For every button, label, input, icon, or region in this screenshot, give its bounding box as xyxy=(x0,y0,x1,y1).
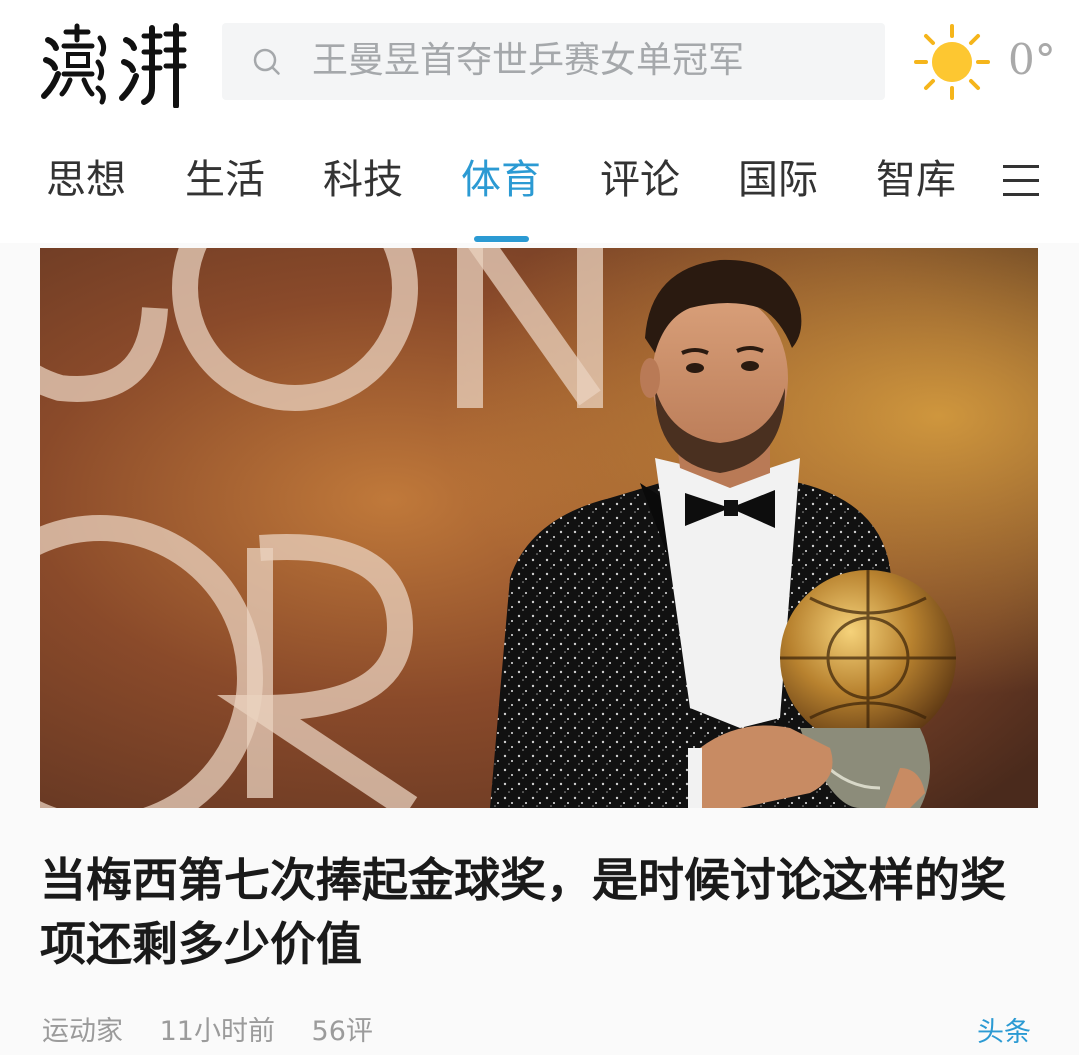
article-comment-count[interactable]: 56评 xyxy=(312,1016,373,1047)
weather-widget[interactable]: 0° xyxy=(912,22,1062,102)
app-header: 王曼昱首夺世乒赛女单冠军 0° xyxy=(0,0,1079,125)
article-headline[interactable]: 当梅西第七次捧起金球奖，是时候讨论这样的奖项还剩多少价值 xyxy=(40,848,1040,976)
tab-thought[interactable]: 思想 xyxy=(46,155,126,205)
search-bar[interactable]: 王曼昱首夺世乒赛女单冠军 xyxy=(222,23,885,100)
article-meta: 运动家 11小时前 56评 xyxy=(42,1015,401,1049)
tab-commentary[interactable]: 评论 xyxy=(600,155,680,205)
article-source[interactable]: 运动家 xyxy=(42,1016,123,1047)
category-nav: 思想 生活 科技 体育 评论 国际 智库 xyxy=(0,125,1079,243)
thepaper-logo[interactable] xyxy=(40,18,190,109)
active-tab-indicator xyxy=(474,236,529,242)
article-hero-image[interactable] xyxy=(40,248,1038,808)
sun-icon xyxy=(914,24,990,100)
temperature-label: 0° xyxy=(1008,35,1056,84)
headline-tag: 头条 xyxy=(977,1017,1031,1048)
article-time: 11小时前 xyxy=(159,1016,275,1047)
news-feed: 当梅西第七次捧起金球奖，是时候讨论这样的奖项还剩多少价值 运动家 11小时前 5… xyxy=(0,243,1079,1055)
tab-international[interactable]: 国际 xyxy=(738,155,818,205)
tab-tech[interactable]: 科技 xyxy=(323,155,403,205)
tab-think-tank[interactable]: 智库 xyxy=(876,155,956,205)
tab-life[interactable]: 生活 xyxy=(185,155,265,205)
search-placeholder: 王曼昱首夺世乒赛女单冠军 xyxy=(312,40,745,81)
search-icon xyxy=(253,48,280,75)
hamburger-menu-icon[interactable] xyxy=(1003,165,1039,197)
tab-sports[interactable]: 体育 xyxy=(461,155,541,205)
